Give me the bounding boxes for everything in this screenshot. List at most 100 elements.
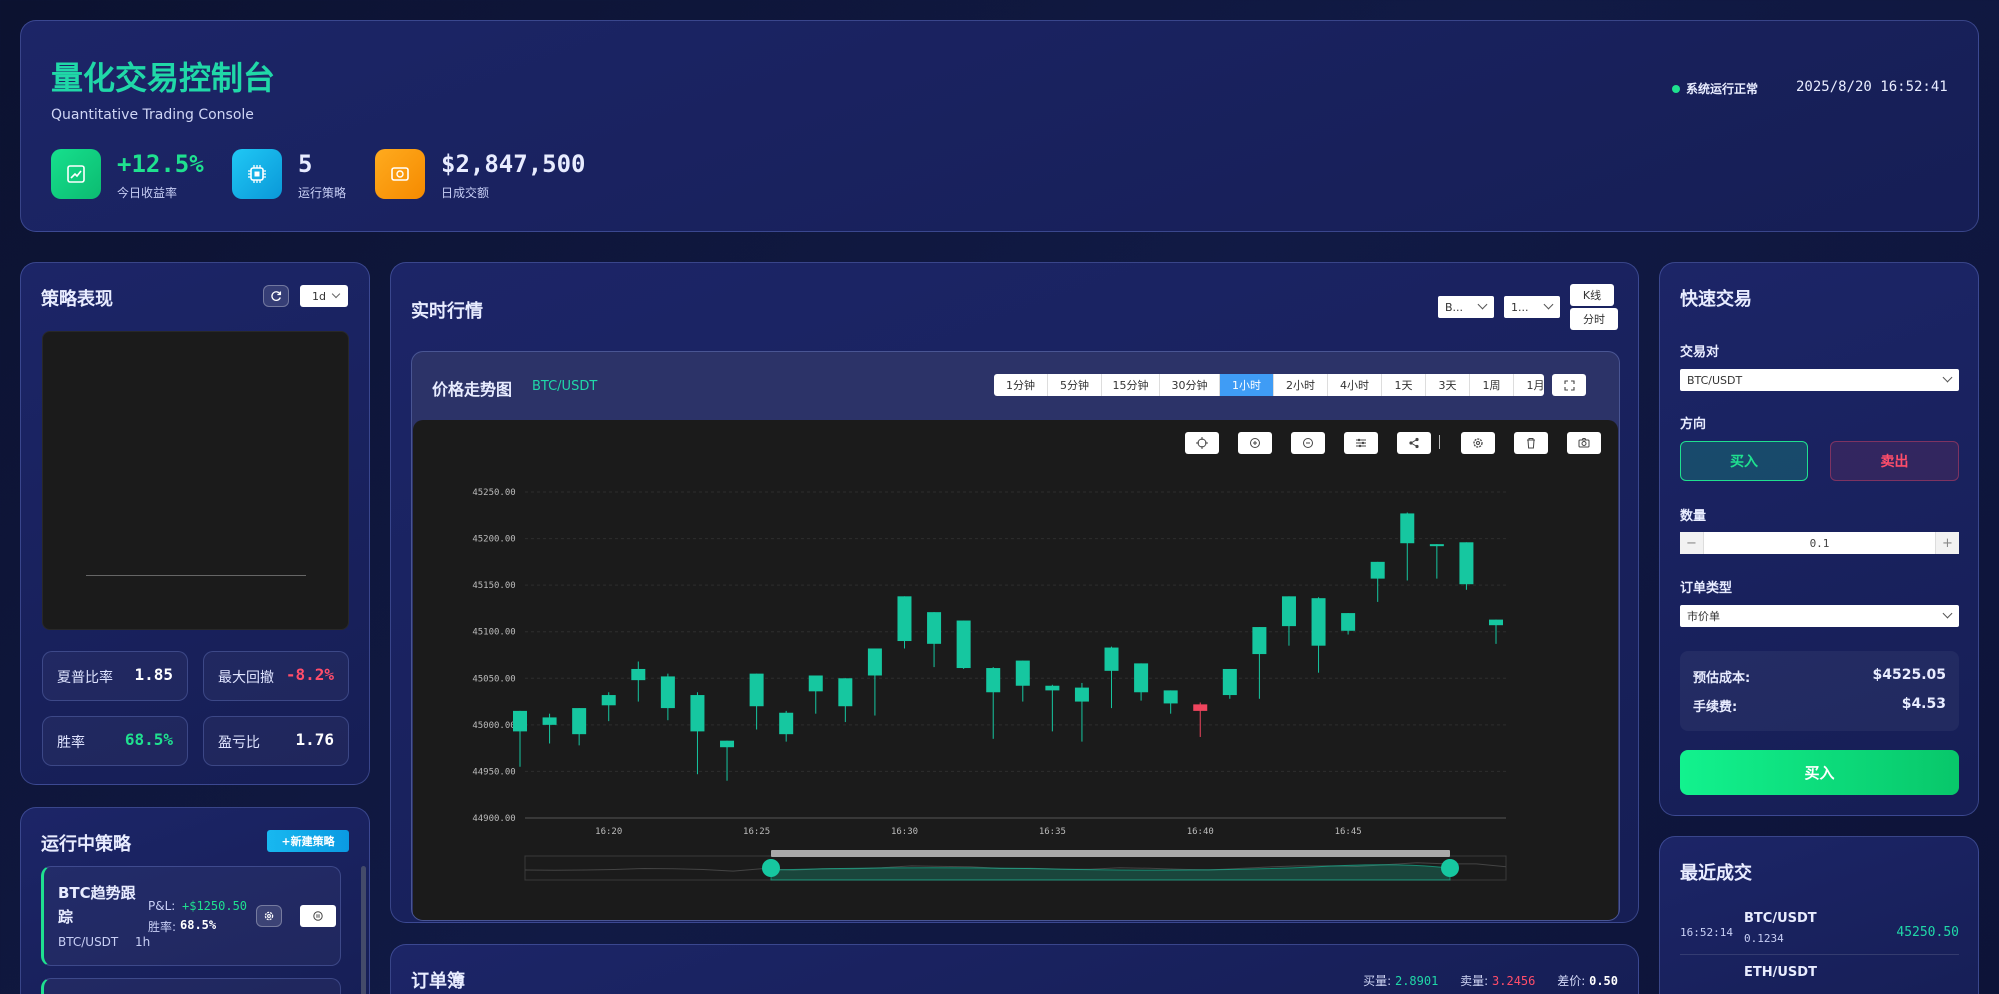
metric-win-rate-label: 胜率 (57, 735, 85, 751)
view-timeshare-button[interactable]: 分时 (1570, 308, 1618, 330)
running-strategies-value: 5 (298, 150, 313, 178)
app-subtitle: Quantitative Trading Console (51, 107, 254, 123)
candle-body (986, 668, 1001, 693)
fee-label: 手续费: (1693, 700, 1738, 715)
new-strategy-button[interactable]: +新建策略 (267, 830, 349, 852)
metric-sharpe-label: 夏普比率 (57, 670, 113, 686)
zoom-slider-window (770, 864, 1451, 881)
strategy-name: BTC趋势跟踪 (58, 884, 136, 926)
quantity-label: 数量 (1680, 509, 1707, 524)
timeframe-10[interactable]: 1月 (1514, 374, 1544, 396)
quantity-increase-button[interactable]: + (1935, 532, 1959, 554)
candle-body (1222, 668, 1237, 696)
metric-max-drawdown: 最大回撤 -8.2% (203, 651, 349, 701)
order-book-title: 订单簿 (411, 971, 465, 992)
current-datetime: 2025/8/20 16:52:41 (1796, 79, 1948, 95)
candle-body (1489, 619, 1503, 626)
strategy-pause-button[interactable] (300, 905, 336, 927)
buy-volume-value: 2.8901 (1394, 974, 1439, 988)
view-kline-button[interactable]: K线 (1570, 284, 1614, 306)
candle-body (867, 648, 882, 676)
candle-body (1252, 627, 1267, 655)
strategy-interval: 1h (135, 935, 151, 949)
x-tick-label: 16:25 (743, 827, 770, 837)
chevron-down-icon (1942, 372, 1953, 383)
trade-price: 45250.50 (1896, 925, 1959, 940)
header-panel: 量化交易控制台 Quantitative Trading Console +12… (20, 20, 1979, 232)
timeframe-8[interactable]: 3天 (1426, 374, 1470, 396)
candle-body (779, 712, 794, 735)
trade-row: 16:52:14 BTC/USDT 0.1234 45250.50 (1680, 905, 1959, 955)
quick-trade-panel: 快速交易 交易对 BTC/USDT 方向 买入 卖出 数量 − 0.1 + 订单… (1659, 262, 1979, 816)
interval-select-value: 1... (1511, 300, 1529, 314)
candle-body (1045, 685, 1060, 691)
y-tick-label: 45000.00 (472, 721, 515, 731)
period-select[interactable]: 1d (300, 285, 348, 307)
strategy-card[interactable]: BTC趋势跟踪 BTC/USDT 1h P&L: +$1250.50 胜率: 6… (41, 866, 341, 966)
timeframe-1[interactable]: 5分钟 (1048, 374, 1102, 396)
metric-win-rate-value: 68.5% (124, 730, 173, 749)
timeframe-0[interactable]: 1分钟 (994, 374, 1048, 396)
running-strategies-scrollbar[interactable] (361, 866, 366, 994)
cash-icon (375, 149, 425, 199)
trade-pair: ETH/USDT (1744, 965, 1817, 980)
quantity-decrease-button[interactable]: − (1680, 532, 1704, 554)
candle-body (1074, 687, 1089, 702)
timeframe-4[interactable]: 1小时 (1220, 374, 1274, 396)
quantity-stepper[interactable]: − 0.1 + (1680, 532, 1959, 554)
daily-volume-value: $2,847,500 (441, 150, 586, 178)
timeframe-7[interactable]: 1天 (1382, 374, 1426, 396)
submit-buy-button[interactable]: 买入 (1680, 750, 1959, 795)
candle-body (720, 740, 735, 748)
candle-body (513, 710, 527, 732)
metric-profit-loss-ratio-label: 盈亏比 (218, 735, 260, 751)
timeframe-9[interactable]: 1周 (1470, 374, 1514, 396)
candle-body (897, 596, 912, 642)
trend-chart-icon (51, 149, 101, 199)
interval-select[interactable]: 1... (1504, 296, 1560, 318)
y-tick-label: 44950.00 (472, 767, 515, 777)
direction-buy-button[interactable]: 买入 (1680, 441, 1808, 481)
trade-pair: BTC/USDT (1744, 911, 1817, 926)
strategy-pnl-value: +$1250.50 (182, 899, 248, 913)
timeframe-bar: 1分钟 5分钟 15分钟 30分钟 1小时 2小时 4小时 1天 3天 1周 1月 (994, 374, 1544, 396)
pair-select[interactable]: BTC/USDT (1680, 369, 1959, 391)
refresh-button[interactable] (263, 285, 289, 307)
y-tick-label: 45150.00 (472, 581, 515, 591)
fullscreen-button[interactable] (1552, 374, 1586, 396)
symbol-select[interactable]: B... (1438, 296, 1494, 318)
recent-trades-title: 最近成交 (1680, 863, 1752, 884)
pair-select-value: BTC/USDT (1687, 373, 1743, 387)
period-value: 1d (312, 289, 326, 303)
strategy-performance-panel: 策略表现 1d 夏普比率 1.85 最大回撤 -8.2% 胜率 68.5% 盈亏… (20, 262, 370, 785)
fee-value: $4.53 (1901, 696, 1946, 712)
cost-summary: 预估成本: $4525.05 手续费: $4.53 (1680, 651, 1959, 731)
timeframe-2[interactable]: 15分钟 (1102, 374, 1160, 396)
timeframe-3[interactable]: 30分钟 (1160, 374, 1220, 396)
estimated-cost-label: 预估成本: (1693, 671, 1751, 686)
strategy-settings-button[interactable] (256, 905, 282, 927)
x-tick-label: 16:30 (891, 827, 918, 837)
timeframe-6[interactable]: 4小时 (1328, 374, 1382, 396)
system-status: 系统运行正常 (1686, 82, 1759, 96)
direction-sell-button[interactable]: 卖出 (1830, 441, 1959, 481)
zoom-slider-bar (771, 850, 1450, 857)
candle-body (808, 675, 823, 692)
quantity-input[interactable]: 0.1 (1704, 532, 1935, 554)
sell-volume-value: 3.2456 (1492, 974, 1536, 988)
candle-body (956, 620, 971, 669)
zoom-slider-right-handle (1441, 859, 1459, 877)
timeframe-5[interactable]: 2小时 (1274, 374, 1328, 396)
direction-label: 方向 (1680, 417, 1707, 432)
trade-row: ETH/USDT (1680, 965, 1959, 994)
status-dot-icon (1672, 85, 1680, 93)
candle-body (1015, 660, 1030, 686)
candle-body (660, 676, 675, 709)
y-tick-label: 45050.00 (472, 674, 515, 684)
order-type-select[interactable]: 市价单 (1680, 605, 1959, 627)
metric-win-rate: 胜率 68.5% (42, 716, 188, 766)
y-tick-label: 45100.00 (472, 628, 515, 638)
sell-volume-label: 卖量: (1460, 974, 1489, 988)
strategy-card-2[interactable] (41, 978, 341, 994)
y-tick-label: 45250.00 (472, 488, 515, 498)
